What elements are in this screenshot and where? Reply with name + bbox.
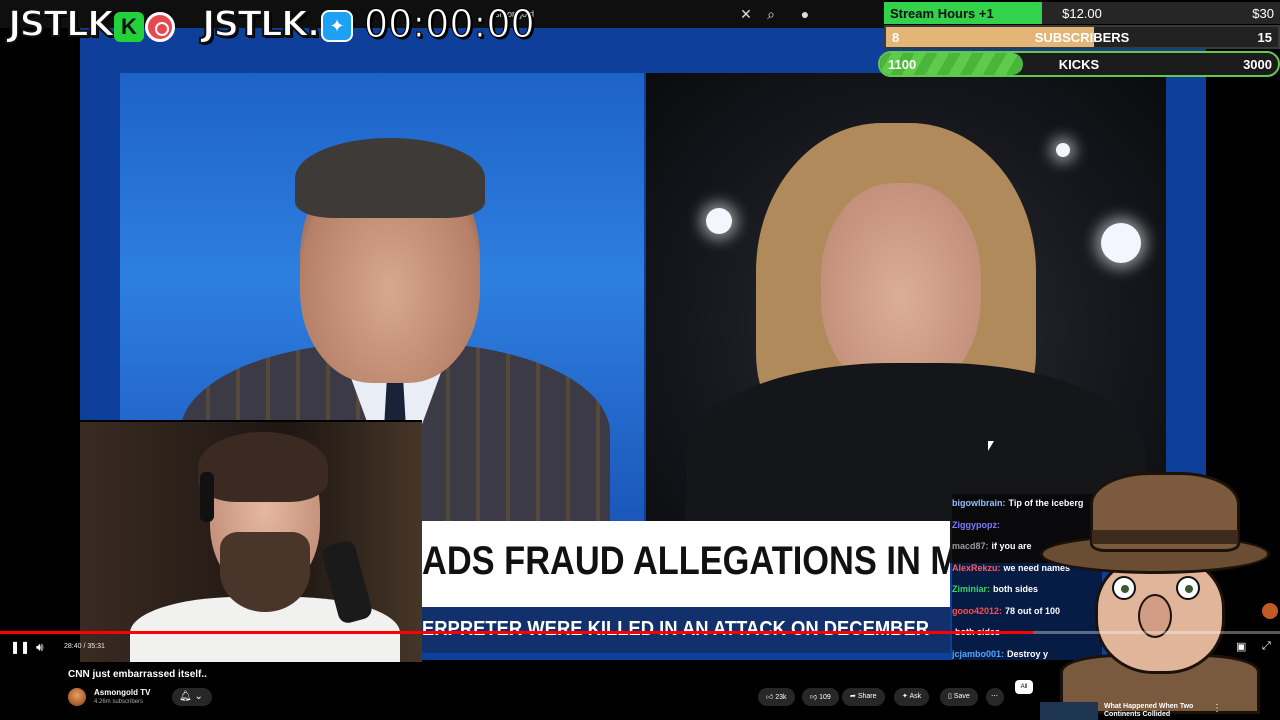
news-ticker-text: ERPRETER WERE KILLED IN AN ATTACK ON DEC… (422, 618, 930, 640)
goal-right-label: $30 (1252, 6, 1274, 21)
kick-icon: K (114, 12, 144, 42)
mascot-eye (1176, 576, 1200, 600)
goal-right-label: 3000 (1243, 57, 1272, 72)
notification-bell-button[interactable]: 🔔︎ ⌄ (172, 688, 212, 706)
fullscreen-icon[interactable]: ⤢ (1262, 640, 1271, 653)
stream-timer: 00:00:00 (364, 2, 536, 47)
save-label: Save (953, 693, 970, 700)
subscriber-count: 4.26m subscribers (94, 699, 144, 705)
mouse-cursor (988, 441, 994, 451)
detective-mascot (1040, 464, 1270, 714)
channel-avatar[interactable] (68, 688, 86, 706)
street-light (1101, 223, 1141, 263)
share-label: Share (857, 693, 877, 700)
dislike-button[interactable]: 👎︎ 109 (802, 688, 839, 706)
video-progress-bar[interactable] (0, 631, 1280, 634)
ask-button[interactable]: ✦ Ask (894, 688, 930, 706)
news-ticker: ERPRETER WERE KILLED IN AN ATTACK ON DEC… (422, 607, 950, 653)
filter-chip-all[interactable]: All (1015, 680, 1033, 694)
video-progress-fill (0, 631, 1033, 634)
chat-username: gooo42012: (952, 605, 1003, 616)
ask-label: Ask (909, 693, 922, 700)
streamer-hair (198, 432, 328, 502)
more-options-icon[interactable]: ⋯ (986, 688, 1004, 706)
goal-center-label: $12.00 (1062, 6, 1102, 21)
recommended-title[interactable]: What Happened When Two Continents Collid… (1104, 703, 1204, 719)
volume-icon[interactable]: 🔊︎ (36, 640, 44, 655)
pause-icon[interactable]: ❚❚ (10, 640, 30, 654)
chat-username: Ziminiar: (952, 584, 991, 594)
mascot-hat-band (1092, 530, 1238, 544)
logo-text: JSTLK (7, 3, 116, 46)
video-time: 28:40 / 35:31 (64, 643, 105, 650)
search-icon[interactable]: ⌕ (762, 5, 780, 23)
streamer-facecam (80, 420, 422, 662)
mascot-eye (1112, 576, 1136, 600)
chat-username: AlexRekzu: (952, 562, 1001, 573)
chat-username: bigowlbrain: (952, 498, 1006, 508)
twitter-icon: ✦ (321, 10, 353, 42)
street-light (1056, 143, 1070, 157)
headphone (200, 472, 214, 522)
chat-username: jcjambo001: (952, 648, 1005, 659)
like-count: 23k (775, 694, 787, 701)
street-light (706, 208, 732, 234)
news-headline: ADS FRAUD ALLEGATIONS IN MINNESOTA (422, 539, 950, 583)
recommended-menu-icon[interactable]: ⋮ (1212, 703, 1222, 714)
record-icon (145, 12, 175, 42)
stream-logo-twitter: JSTLK. (201, 3, 321, 48)
streamer-beard (220, 532, 310, 612)
chat-text: if you are (991, 541, 1032, 551)
channel-name[interactable]: Asmongold TV (94, 688, 150, 697)
goal-bar-stream-hours: Stream Hours +1 $12.00 $30 (884, 2, 1280, 24)
stream-logo-kick: JSTLK (7, 3, 116, 48)
goal-center-label: SUBSCRIBERS (1034, 30, 1130, 45)
dislike-count: 109 (819, 694, 831, 701)
goal-bar-subscribers: 8 SUBSCRIBERS 15 (884, 25, 1280, 49)
news-lower-third: ADS FRAUD ALLEGATIONS IN MINNESOTA (422, 521, 950, 607)
chat-text: both sides (993, 584, 1039, 594)
like-button[interactable]: 👍︎ 23k (758, 688, 795, 706)
reporter-face (821, 183, 981, 393)
chat-username: Ziggypopz: (952, 519, 1000, 530)
video-title: CNN just embarrassed itself.. (68, 669, 207, 680)
share-button[interactable]: ➦ Share (842, 688, 885, 706)
clear-search-icon[interactable]: ✕ (737, 5, 755, 23)
goal-center-label: KICKS (1058, 57, 1100, 72)
anchor-hair (295, 138, 485, 218)
recommended-thumbnail[interactable] (1040, 702, 1098, 720)
miniplayer-icon[interactable]: ▣ (1236, 640, 1246, 653)
save-button[interactable]: ▯ Save (940, 688, 978, 706)
goal-right-label: 15 (1257, 30, 1272, 45)
logo-text: JSTLK. (201, 3, 321, 46)
chat-username: macd87: (952, 541, 989, 551)
goal-bar-kicks: 1100 KICKS 3000 (878, 51, 1280, 77)
chat-avatar (1262, 603, 1278, 619)
microphone-icon[interactable]: ● (796, 5, 814, 23)
